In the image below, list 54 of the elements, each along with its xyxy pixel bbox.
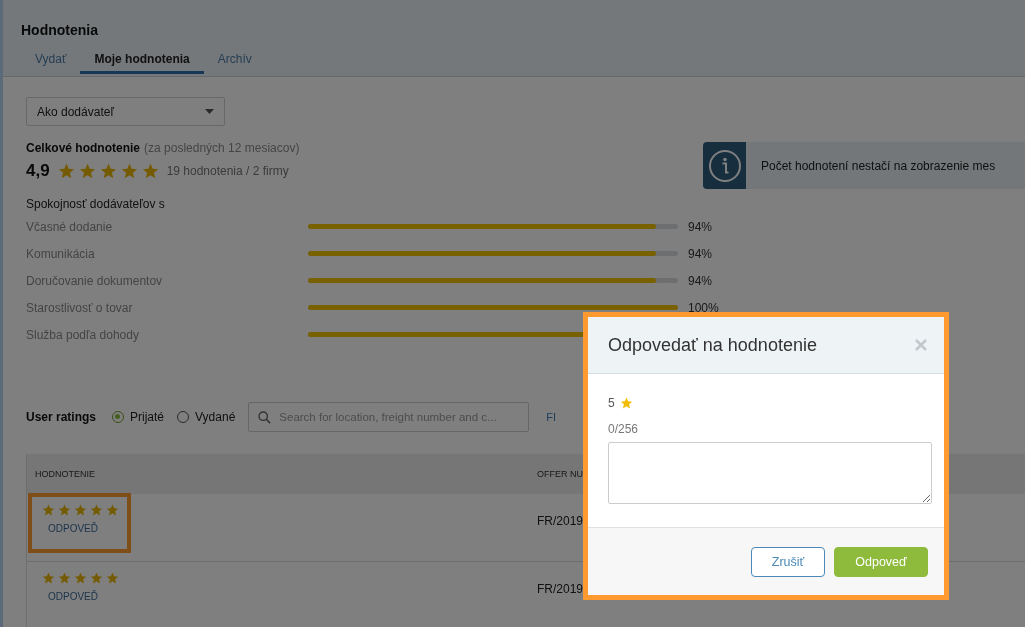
star-icon [619,397,633,409]
star-icon [58,572,71,584]
page-title: Hodnotenia [21,22,99,38]
star-icon [120,163,138,179]
filter-link[interactable]: FI [546,411,557,423]
tab[interactable]: Moje hodnotenia [80,52,204,74]
dialog-title: Odpovedať na hodnotenie [608,334,817,356]
star-icon [57,163,75,179]
table-cell-text: FR/2019 [536,513,584,530]
metric-label: Komunikácia [26,246,96,261]
metric-label: Služba podľa dohody [26,327,140,342]
column-header: OFFER NU [536,469,583,479]
radio-label[interactable]: Prijaté [130,410,165,424]
star-icon [42,572,55,584]
reply-link[interactable]: ODPOVEĎ [48,591,98,602]
info-message: Počet hodnotení nestačí na zobrazenie mes [761,158,996,173]
role-dropdown[interactable]: Ako dodávateľ [26,97,225,126]
star-icon [106,504,119,516]
table-cell-text: FR/2019 [536,581,584,598]
star-icon [106,572,119,584]
star-icon [99,163,117,179]
reply-textarea[interactable] [608,442,932,504]
star-icon [141,163,159,179]
character-counter: 0/256 [608,422,640,436]
reply-link[interactable]: ODPOVEĎ [48,523,98,534]
metric-label: Včasné dodanie [26,219,114,234]
period-note: (za posledných 12 mesiacov) [144,141,300,155]
metric-percent: 100% [688,300,719,315]
info-icon [707,148,742,183]
close-icon[interactable] [915,339,927,351]
star-icon [90,504,103,516]
metric-percent: 94% [688,219,713,234]
overall-rating-label: Celkové hodnotenie [26,141,141,155]
tab[interactable]: Archív [203,52,266,74]
tab[interactable]: Vydať [19,52,81,74]
star-icon [58,504,71,516]
caret-icon [205,109,214,114]
metric-label: Doručovanie dokumentov [26,273,164,288]
star-icon [78,163,96,179]
cancel-button[interactable]: Zrušiť [751,546,825,577]
radio-label[interactable]: Vydané [195,410,236,424]
rating-value: 5 [608,396,615,410]
star-icon [90,572,103,584]
section-label: User ratings [26,410,97,424]
star-icon [74,504,87,516]
metric-percent: 94% [688,273,713,288]
star-icon [74,572,87,584]
star-icon [42,504,55,516]
metric-percent: 94% [688,246,713,261]
column-header: HODNOTENIE [34,469,96,479]
rating-score: 4,9 [26,161,50,181]
rating-summary: 19 hodnotenia / 2 firmy [166,164,289,178]
reply-button[interactable]: Odpoveď [834,546,928,577]
satisfaction-heading: Spokojnosť dodávateľov s [26,197,166,211]
